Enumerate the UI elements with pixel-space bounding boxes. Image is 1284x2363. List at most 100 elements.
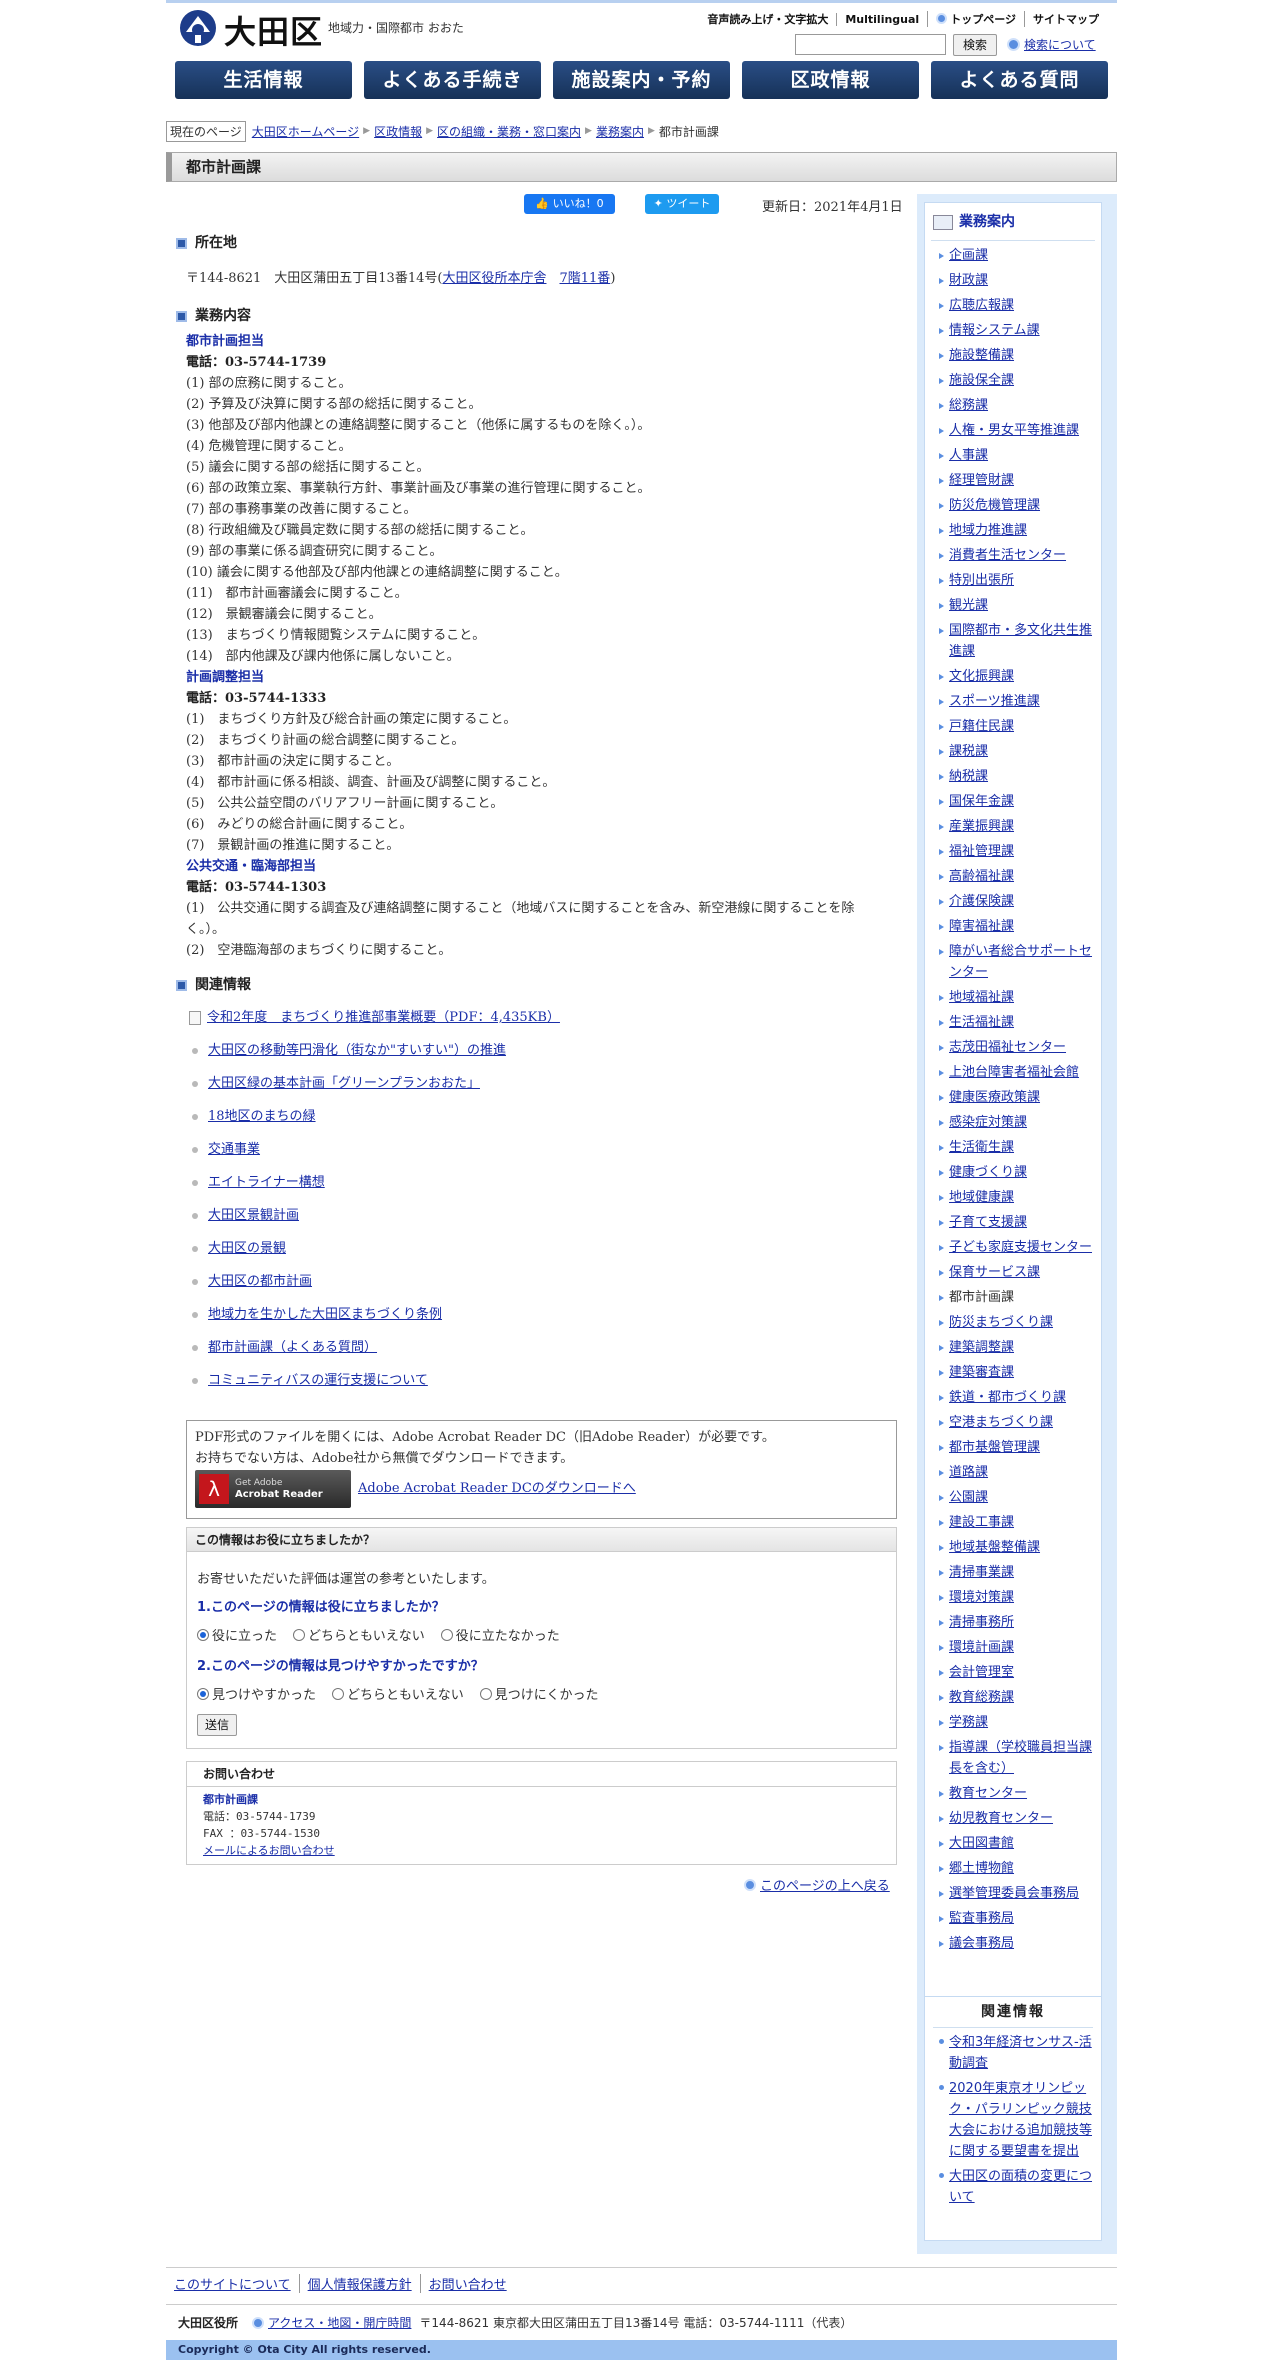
- sidebar-dept-label[interactable]: 人権・男女平等推進課: [949, 423, 1079, 438]
- gnav-procedures[interactable]: よくある手続き: [364, 61, 541, 99]
- sidebar-dept-item[interactable]: 地域健康課: [939, 1187, 1099, 1208]
- sidebar-dept-label[interactable]: 福祉管理課: [949, 844, 1014, 859]
- survey-submit-button[interactable]: 送信: [197, 1714, 237, 1736]
- sidebar-dept-item[interactable]: 生活福祉課: [939, 1012, 1099, 1033]
- breadcrumb-link-admin[interactable]: 区政情報: [374, 123, 422, 140]
- sidebar-dept-label[interactable]: 鉄道・都市づくり課: [949, 1390, 1066, 1405]
- related-link[interactable]: 大田区の景観: [208, 1232, 286, 1265]
- sidebar-dept-label[interactable]: 都市基盤管理課: [949, 1440, 1040, 1455]
- sidebar-dept-item[interactable]: 防災まちづくり課: [939, 1312, 1099, 1333]
- sidebar-related-item[interactable]: 2020年東京オリンピック・パラリンピック競技大会における追加競技等に関する要望…: [939, 2078, 1093, 2162]
- sidebar-dept-item[interactable]: 教育センター: [939, 1783, 1099, 1804]
- sidebar-dept-label[interactable]: 介護保険課: [949, 894, 1014, 909]
- sidebar-dept-label[interactable]: 建築調整課: [949, 1340, 1014, 1355]
- related-link[interactable]: 都市計画課（よくある質問）: [208, 1331, 377, 1364]
- sidebar-dept-label[interactable]: 情報システム課: [949, 323, 1040, 338]
- search-button[interactable]: 検索: [953, 34, 997, 56]
- sidebar-dept-item[interactable]: 防災危機管理課: [939, 495, 1099, 516]
- city-hall-link[interactable]: 大田区役所本庁舎: [442, 271, 546, 286]
- sidebar-dept-item[interactable]: 感染症対策課: [939, 1112, 1099, 1133]
- sidebar-dept-item[interactable]: 清掃事務所: [939, 1612, 1099, 1633]
- sidebar-dept-label[interactable]: 産業振興課: [949, 819, 1014, 834]
- footer-access-link[interactable]: アクセス・地図・開庁時間: [268, 2314, 411, 2331]
- sidebar-dept-label[interactable]: 国際都市・多文化共生推進課: [949, 623, 1092, 659]
- q1-option-neutral[interactable]: どちらともいえない: [293, 1625, 425, 1644]
- sidebar-dept-item[interactable]: 建設工事課: [939, 1512, 1099, 1533]
- breadcrumb-link-business[interactable]: 業務案内: [596, 123, 644, 140]
- sidebar-related-link[interactable]: 2020年東京オリンピック・パラリンピック競技大会における追加競技等に関する要望…: [949, 2081, 1092, 2159]
- sidebar-dept-label[interactable]: 課税課: [949, 744, 988, 759]
- sidebar-dept-label[interactable]: 選挙管理委員会事務局: [949, 1886, 1079, 1901]
- footer-about-link[interactable]: このサイトについて: [166, 2274, 300, 2293]
- breadcrumb-link-home[interactable]: 大田区ホームページ: [252, 123, 359, 140]
- back-to-top-label[interactable]: このページの上へ戻る: [760, 1879, 890, 1894]
- sidebar-dept-label[interactable]: 志茂田福祉センター: [949, 1040, 1066, 1055]
- sidebar-dept-item[interactable]: 広聴広報課: [939, 295, 1099, 316]
- sidebar-dept-item[interactable]: 建築審査課: [939, 1362, 1099, 1383]
- sidebar-dept-item[interactable]: 学務課: [939, 1712, 1099, 1733]
- sidebar-dept-label[interactable]: 特別出張所: [949, 573, 1014, 588]
- sidebar-dept-item[interactable]: 鉄道・都市づくり課: [939, 1387, 1099, 1408]
- sidebar-dept-label[interactable]: 公園課: [949, 1490, 988, 1505]
- search-input[interactable]: [795, 34, 946, 55]
- sidebar-dept-item[interactable]: 障害福祉課: [939, 916, 1099, 937]
- radio-icon[interactable]: [197, 1628, 209, 1641]
- related-link[interactable]: エイトライナー構想: [208, 1166, 325, 1199]
- sidebar-dept-label[interactable]: 人事課: [949, 448, 988, 463]
- sidebar-dept-item[interactable]: 人事課: [939, 445, 1099, 466]
- sidebar-dept-item[interactable]: 文化振興課: [939, 666, 1099, 687]
- contact-mail-link[interactable]: メールによるお問い合わせ: [203, 1844, 335, 1857]
- sidebar-dept-label[interactable]: 子育て支援課: [949, 1215, 1027, 1230]
- sidebar-dept-item[interactable]: 都市計画課: [939, 1287, 1099, 1308]
- facebook-like-button[interactable]: 👍 いいね！0: [524, 194, 615, 214]
- gnav-faq[interactable]: よくある質問: [931, 61, 1108, 99]
- util-multilingual-link[interactable]: Multilingual: [836, 12, 927, 26]
- sidebar-dept-item[interactable]: 情報システム課: [939, 320, 1099, 341]
- acrobat-download-link[interactable]: Adobe Acrobat Reader DCのダウンロードへ: [358, 1478, 636, 1499]
- q1-option-useful[interactable]: 役に立った: [197, 1625, 277, 1644]
- sidebar-dept-label[interactable]: 清掃事務所: [949, 1615, 1014, 1630]
- q2-option-easy[interactable]: 見つけやすかった: [197, 1684, 316, 1703]
- q2-option-neutral[interactable]: どちらともいえない: [332, 1684, 464, 1703]
- sidebar-dept-label[interactable]: 環境対策課: [949, 1590, 1014, 1605]
- gnav-city-admin[interactable]: 区政情報: [742, 61, 919, 99]
- sidebar-dept-item[interactable]: 公園課: [939, 1487, 1099, 1508]
- sidebar-dept-item[interactable]: 保育サービス課: [939, 1262, 1099, 1283]
- sidebar-dept-label[interactable]: 障害福祉課: [949, 919, 1014, 934]
- util-sitemap-link[interactable]: サイトマップ: [1024, 11, 1107, 27]
- sidebar-dept-item[interactable]: 選挙管理委員会事務局: [939, 1883, 1099, 1904]
- sidebar-dept-label[interactable]: 保育サービス課: [949, 1265, 1040, 1280]
- sidebar-dept-label[interactable]: 経理管財課: [949, 473, 1014, 488]
- radio-icon[interactable]: [332, 1687, 345, 1700]
- floor-link[interactable]: 7階11番: [559, 271, 610, 286]
- search-help-label[interactable]: 検索について: [1024, 38, 1096, 52]
- sidebar-dept-label[interactable]: 上池台障害者福祉会館: [949, 1065, 1079, 1080]
- sidebar-dept-label[interactable]: 会計管理室: [949, 1665, 1014, 1680]
- sidebar-dept-item[interactable]: 地域福祉課: [939, 987, 1099, 1008]
- sidebar-dept-item[interactable]: 郷土博物館: [939, 1858, 1099, 1879]
- sidebar-dept-label[interactable]: 道路課: [949, 1465, 988, 1480]
- sidebar-related-link[interactable]: 令和3年経済センサス-活動調査: [949, 2035, 1092, 2071]
- sidebar-dept-item[interactable]: 総務課: [939, 395, 1099, 416]
- sidebar-dept-label[interactable]: 大田図書館: [949, 1836, 1014, 1851]
- util-top-link[interactable]: トップページ: [927, 11, 1024, 27]
- sidebar-dept-label[interactable]: 議会事務局: [949, 1936, 1014, 1951]
- gnav-life-info[interactable]: 生活情報: [175, 61, 352, 99]
- sidebar-dept-label[interactable]: 施設整備課: [949, 348, 1014, 363]
- sidebar-dept-item[interactable]: 環境計画課: [939, 1637, 1099, 1658]
- sidebar-dept-label[interactable]: 清掃事業課: [949, 1565, 1014, 1580]
- sidebar-dept-label[interactable]: 障がい者総合サポートセンター: [949, 944, 1092, 980]
- sidebar-related-item[interactable]: 令和3年経済センサス-活動調査: [939, 2032, 1093, 2074]
- radio-icon[interactable]: [440, 1628, 453, 1641]
- sidebar-dept-label[interactable]: 空港まちづくり課: [949, 1415, 1053, 1430]
- sidebar-dept-label[interactable]: 教育センター: [949, 1786, 1027, 1801]
- tweet-button[interactable]: ✦ ツイート: [645, 194, 719, 214]
- related-link[interactable]: 交通事業: [208, 1133, 260, 1166]
- sidebar-dept-item[interactable]: 環境対策課: [939, 1587, 1099, 1608]
- sidebar-dept-label[interactable]: 感染症対策課: [949, 1115, 1027, 1130]
- sidebar-dept-item[interactable]: 大田図書館: [939, 1833, 1099, 1854]
- sidebar-dept-label[interactable]: 防災まちづくり課: [949, 1315, 1053, 1330]
- search-help-link[interactable]: 検索について: [1007, 36, 1096, 53]
- related-pdf-link[interactable]: 令和2年度 まちづくり推進部事業概要（PDF：4,435KB）: [207, 1001, 560, 1034]
- sidebar-dept-label[interactable]: 国保年金課: [949, 794, 1014, 809]
